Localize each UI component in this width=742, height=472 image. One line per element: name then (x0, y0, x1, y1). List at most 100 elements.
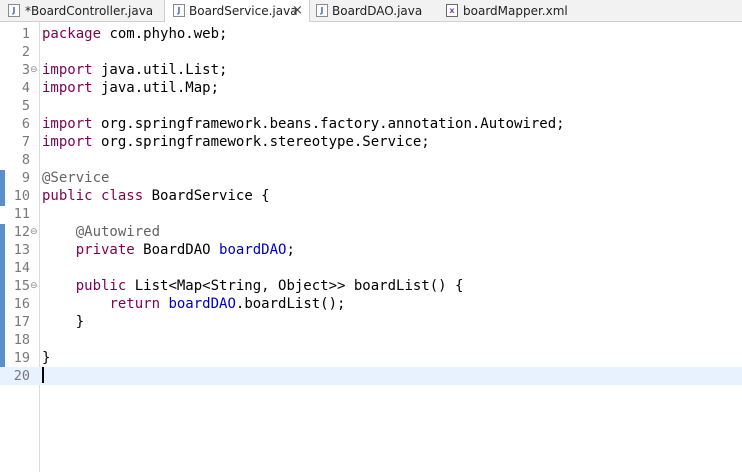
line-number: 5 (21, 98, 30, 114)
code-line[interactable]: 7 import org.springframework.stereotype.S… (0, 133, 742, 151)
code-text: @Service (42, 169, 109, 187)
keyword-token: private (75, 242, 135, 258)
keyword-token: import (42, 116, 93, 132)
close-icon[interactable]: × (292, 0, 303, 22)
text-caret (42, 367, 44, 383)
code-text: import java.util.List; (42, 61, 227, 79)
code-text: } (42, 349, 50, 367)
code-text: public List<Map<String, Object>> boardLi… (42, 277, 464, 295)
tab-label: BoardDAO.java (332, 4, 423, 18)
code-line[interactable]: 4 import java.util.Map; (0, 79, 742, 97)
field-token: boardDAO (219, 242, 287, 258)
xml-file-icon: x (446, 4, 458, 17)
editor-tab-bar: J *BoardController.java J BoardService.j… (0, 0, 742, 22)
keyword-token: import (42, 134, 93, 150)
field-token: boardDAO (168, 296, 236, 312)
line-number: 18 (13, 332, 30, 348)
code-line[interactable]: 10 public class BoardService { (0, 187, 742, 205)
code-line[interactable]: 13 private BoardDAO boardDAO; (0, 241, 742, 259)
code-line[interactable]: 14 (0, 259, 742, 277)
fold-toggle-icon[interactable]: ⊖ (30, 223, 38, 241)
code-text: import org.springframework.beans.factory… (42, 115, 565, 133)
code-text: public class BoardService { (42, 187, 270, 205)
line-number: 2 (21, 44, 30, 60)
code-token: BoardService { (143, 188, 270, 204)
keyword-token: import (42, 80, 93, 96)
tab-board-dao[interactable]: J BoardDAO.java (310, 0, 440, 22)
code-line[interactable]: 17 } (0, 313, 742, 331)
code-line[interactable]: 6 import org.springframework.beans.factor… (0, 115, 742, 133)
code-text: package com.phyho.web; (42, 25, 227, 43)
annotation-token: @Service (42, 170, 110, 186)
code-line[interactable]: 9 @Service (0, 169, 742, 187)
line-number: 15 (13, 278, 30, 294)
code-line[interactable]: 11 (0, 205, 742, 223)
annotation-token: @Autowired (75, 224, 161, 240)
code-token: ; (286, 242, 295, 258)
code-text: } (42, 313, 84, 331)
current-code-line[interactable]: 20 (0, 367, 742, 385)
code-text: @Autowired (42, 223, 160, 241)
code-line[interactable]: 3 ⊖ import java.util.List; (0, 61, 742, 79)
code-line[interactable]: 18 (0, 331, 742, 349)
code-token: BoardDAO (134, 242, 220, 258)
line-number: 10 (13, 188, 30, 204)
tab-board-mapper[interactable]: x boardMapper.xml (440, 0, 590, 22)
code-text: private BoardDAO boardDAO; (42, 241, 295, 259)
code-token: } (42, 314, 85, 330)
code-text: import org.springframework.stereotype.Se… (42, 133, 430, 151)
line-number: 17 (13, 314, 30, 330)
line-number: 11 (13, 206, 30, 222)
line-number: 14 (13, 260, 30, 276)
fold-toggle-icon[interactable]: ⊖ (30, 61, 38, 79)
line-number: 12 (13, 224, 30, 240)
fold-toggle-icon[interactable]: ⊖ (30, 277, 38, 295)
tab-label: boardMapper.xml (463, 4, 568, 18)
tab-board-service[interactable]: J BoardService.java × (164, 0, 310, 22)
tab-board-controller[interactable]: J *BoardController.java (0, 0, 160, 22)
code-line[interactable]: 19} (0, 349, 742, 367)
line-number: 3 (21, 62, 30, 78)
tab-label: BoardService.java (189, 4, 298, 18)
keyword-token: public (42, 188, 93, 204)
java-file-icon: J (316, 4, 328, 17)
java-file-icon: J (173, 4, 185, 17)
line-number: 20 (13, 368, 30, 384)
code-line[interactable]: 2 (0, 43, 742, 61)
code-line[interactable]: 12 ⊖ @Autowired (0, 223, 742, 241)
tab-label: *BoardController.java (25, 4, 154, 18)
code-token: com.phyho.web; (101, 26, 228, 42)
code-token: .boardList(); (235, 296, 346, 312)
code-token: org.springframework.beans.factory.annota… (92, 116, 565, 132)
keyword-token: public (75, 278, 127, 294)
line-number: 13 (13, 242, 30, 258)
code-line[interactable]: 1 package com.phyho.web; (0, 25, 742, 43)
line-number: 6 (21, 116, 30, 132)
code-token: org.springframework.stereotype.Service; (92, 134, 430, 150)
code-line[interactable]: 5 (0, 97, 742, 115)
keyword-token: package (42, 26, 102, 42)
code-token: java.util.Map; (92, 80, 220, 96)
line-number: 4 (21, 80, 30, 96)
line-number: 9 (21, 170, 30, 186)
code-line[interactable]: 15 ⊖ public List<Map<String, Object>> boa… (0, 277, 742, 295)
code-text: import java.util.Map; (42, 79, 219, 97)
code-line[interactable]: 16 return boardDAO.boardList(); (0, 295, 742, 313)
code-line[interactable]: 8 (0, 151, 742, 169)
code-token: } (42, 350, 51, 366)
keyword-token: import (42, 62, 93, 78)
code-token: java.util.List; (92, 62, 228, 78)
keyword-token: class (101, 188, 144, 204)
code-editor[interactable]: 1 package com.phyho.web; 2 3 ⊖ import java.ut… (0, 22, 742, 472)
line-number: 1 (21, 26, 30, 42)
line-number: 19 (13, 350, 30, 366)
code-token: List<Map<String, Object>> boardList() { (126, 278, 464, 294)
line-number: 16 (13, 296, 30, 312)
keyword-token: return (109, 296, 161, 312)
java-file-icon: J (8, 4, 20, 17)
